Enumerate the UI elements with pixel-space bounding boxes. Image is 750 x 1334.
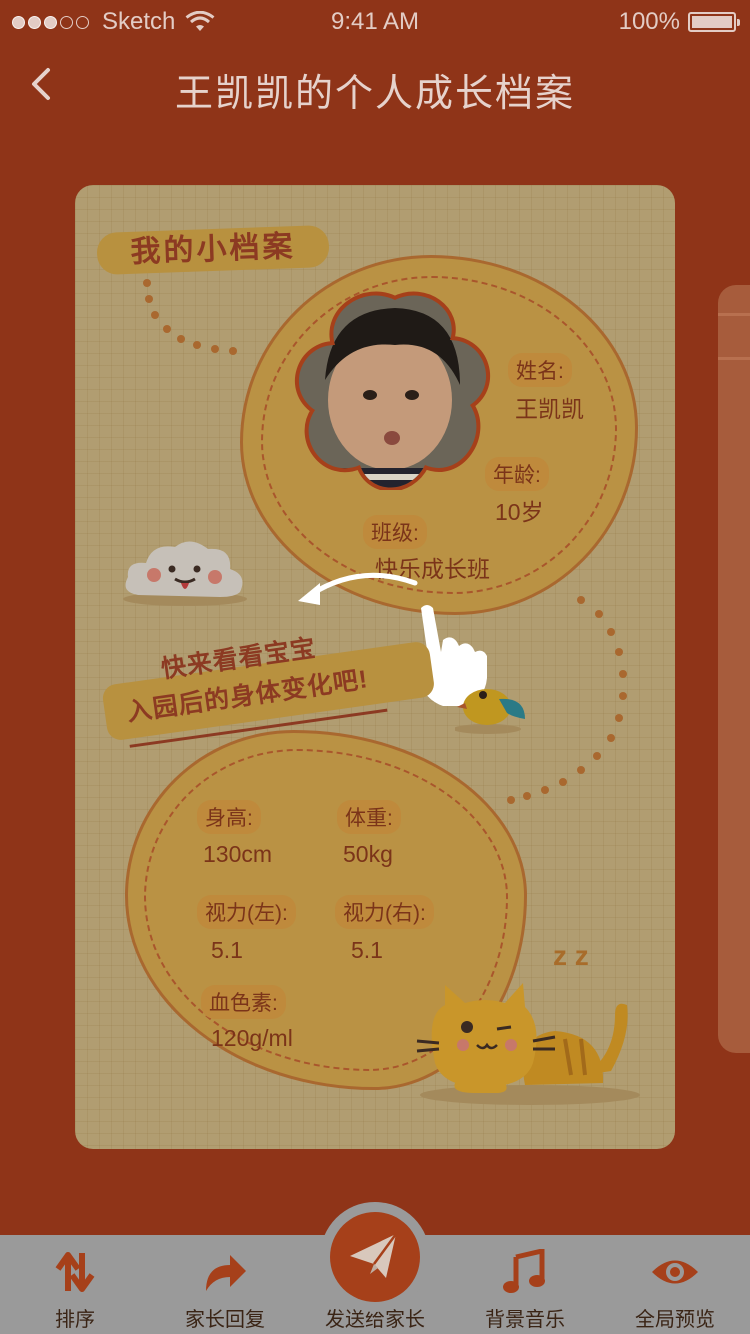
tab-background-music-label: 背景音乐	[485, 1309, 565, 1331]
age-label: 年龄:	[485, 457, 549, 491]
hemoglobin-label: 血色素:	[201, 985, 286, 1019]
weight-value: 50kg	[343, 841, 393, 867]
eye-icon	[652, 1260, 698, 1284]
banner-title: 我的小档案	[96, 224, 330, 276]
age-value: 10岁	[495, 499, 544, 525]
tab-sort[interactable]: 排序	[0, 1235, 150, 1334]
sleep-zzz-decor: z z	[553, 940, 589, 971]
hemoglobin-value: 120g/ml	[211, 1025, 293, 1051]
sleeping-cat-mascot-icon	[416, 983, 640, 1105]
music-note-icon	[503, 1249, 545, 1293]
vision-right-value: 5.1	[351, 937, 383, 963]
profile-page-card[interactable]: 我的小档案 姓名: 王凯凯 年龄: 10岁 班级: 快乐成长班 快来看看宝宝 入…	[75, 185, 675, 1149]
battery-icon	[688, 12, 740, 32]
height-label: 身高:	[197, 800, 261, 834]
weight-label: 体重:	[337, 800, 401, 834]
dotted-trail-right	[507, 596, 627, 804]
dotted-trail-top	[143, 279, 237, 355]
send-to-parent-button[interactable]	[330, 1212, 420, 1302]
height-value: 130cm	[203, 841, 273, 867]
name-label: 姓名:	[508, 353, 572, 387]
page-title: 王凯凯的个人成长档案	[174, 73, 575, 115]
vision-left-value: 5.1	[211, 937, 243, 963]
status-right: 100%	[618, 8, 740, 36]
cloud-mascot-icon	[123, 541, 247, 606]
tab-preview-label: 全局预览	[635, 1309, 715, 1331]
reply-arrow-icon	[206, 1255, 246, 1291]
paper-plane-icon	[350, 1233, 398, 1278]
tab-parent-reply-label: 家长回复	[185, 1309, 265, 1331]
vision-right-label: 视力(右):	[335, 895, 434, 929]
tab-sort-label: 排序	[55, 1309, 95, 1331]
tab-parent-reply[interactable]: 家长回复	[150, 1235, 300, 1334]
status-bar: Sketch 9:41 AM 100%	[0, 0, 750, 40]
tab-background-music[interactable]: 背景音乐	[450, 1235, 600, 1334]
vision-left-label: 视力(左):	[197, 895, 296, 929]
swipe-left-arrow-icon	[298, 572, 418, 605]
class-label: 班级:	[363, 515, 427, 549]
nav-bar: 王凯凯的个人成长档案	[0, 40, 750, 130]
next-page-card[interactable]	[718, 285, 750, 1053]
avatar	[294, 291, 491, 490]
battery-percentage: 100%	[618, 8, 680, 35]
sort-icon	[55, 1252, 95, 1292]
tab-preview[interactable]: 全局预览	[600, 1235, 750, 1334]
name-value: 王凯凯	[515, 396, 584, 422]
